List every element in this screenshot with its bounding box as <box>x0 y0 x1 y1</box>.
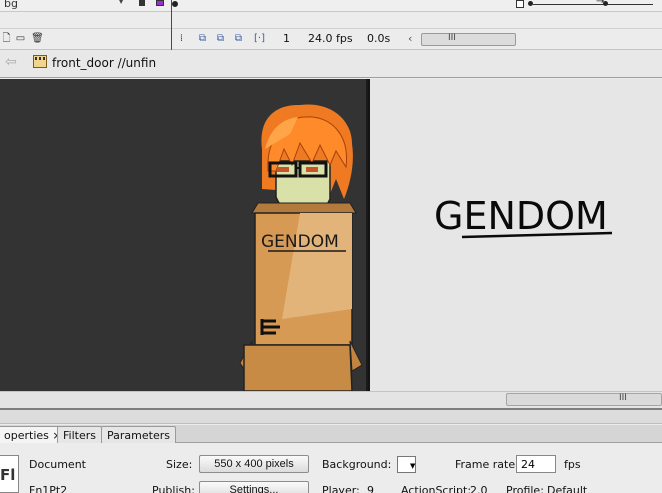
onion-skin-outlines-icon[interactable]: ⧉ <box>214 32 227 45</box>
timeline-scrollbar[interactable] <box>421 33 516 46</box>
left-eye <box>277 167 289 172</box>
back-arrow-icon[interactable]: ⇦ <box>5 54 17 70</box>
frame-rate-input[interactable] <box>516 455 556 473</box>
modify-onion-markers-icon[interactable]: [·] <box>253 32 266 45</box>
box-logo-text: GENDOM <box>261 232 339 252</box>
player-version: 9 <box>367 484 374 493</box>
playhead[interactable] <box>171 0 172 50</box>
document-size-button[interactable]: 550 x 400 pixels <box>199 455 309 473</box>
panel-divider[interactable] <box>0 408 662 424</box>
edit-multiple-frames-icon[interactable]: ⧉ <box>232 32 245 45</box>
chevron-down-icon[interactable]: ▼ <box>118 0 128 6</box>
frame-rate-readout: 24.0 fps <box>308 32 353 45</box>
publish-label: Publish: <box>152 484 195 493</box>
scrollbar-grip[interactable]: III <box>448 33 456 43</box>
document-type-label: Document <box>29 458 86 471</box>
flash-logo-text: Fl <box>0 466 16 484</box>
add-folder-icon[interactable]: ▭ <box>14 32 27 45</box>
player-label: Player: <box>322 484 360 493</box>
actionscript-version: 2.0 <box>470 484 488 493</box>
stage-scrollbar-thumb[interactable] <box>506 393 662 406</box>
size-label: Size: <box>166 458 193 471</box>
scroll-left-icon[interactable]: ‹ <box>408 32 412 45</box>
onion-skin-icon[interactable]: ⧉ <box>196 32 209 45</box>
layer-lock-dot[interactable] <box>139 0 145 6</box>
scrollbar-grip[interactable]: III <box>619 393 627 403</box>
timeline-toolbar: 🗋 ▭ 🗑 ⁞ ⧉ ⧉ ⧉ [·] 1 24.0 fps 0.0s ‹ III <box>0 28 662 50</box>
keyframe-marker[interactable] <box>603 1 608 6</box>
tween-start-frame[interactable] <box>516 0 524 8</box>
trash-icon[interactable]: 🗑 <box>31 32 44 45</box>
movie-clip-icon <box>33 55 47 68</box>
profile-label: Profile: <box>506 484 544 493</box>
box-front-panel <box>243 344 353 391</box>
motion-tween-line <box>533 4 653 5</box>
document-name: Fn1Pt2 <box>29 484 68 493</box>
layer-outline-color-swatch[interactable] <box>156 0 164 6</box>
elapsed-time: 0.0s <box>367 32 391 45</box>
timeline-layer-row[interactable]: bg ▼ → <box>0 0 662 12</box>
publish-settings-button[interactable]: Settings... <box>199 481 309 493</box>
actionscript-label: ActionScript: <box>401 484 472 493</box>
chevron-down-icon[interactable]: ▼ <box>410 462 415 470</box>
breadcrumb[interactable]: front_door //unfin <box>52 56 156 70</box>
box-top-flap <box>251 202 357 214</box>
tab-parameters[interactable]: Parameters <box>101 426 176 443</box>
layer-name[interactable]: bg <box>4 0 18 10</box>
tab-filters[interactable]: Filters <box>57 426 102 443</box>
stage-artwork[interactable]: GENDOM GENDOM <box>0 79 662 391</box>
properties-tab-bar: operties × Filters Parameters <box>0 425 662 443</box>
box-flap-right <box>349 340 363 372</box>
add-layer-icon[interactable]: 🗋 <box>0 32 13 45</box>
profile-value[interactable]: Default <box>547 484 587 493</box>
frame-rate-label: Frame rate: <box>455 458 519 471</box>
right-eye <box>306 167 318 172</box>
current-frame: 1 <box>283 32 290 45</box>
gendom-logo-text: GENDOM <box>434 194 608 238</box>
fps-unit-label: fps <box>564 458 581 471</box>
center-frame-icon[interactable]: ⁞ <box>175 32 188 45</box>
background-label: Background: <box>322 458 392 471</box>
keyframe-marker[interactable] <box>172 1 178 7</box>
